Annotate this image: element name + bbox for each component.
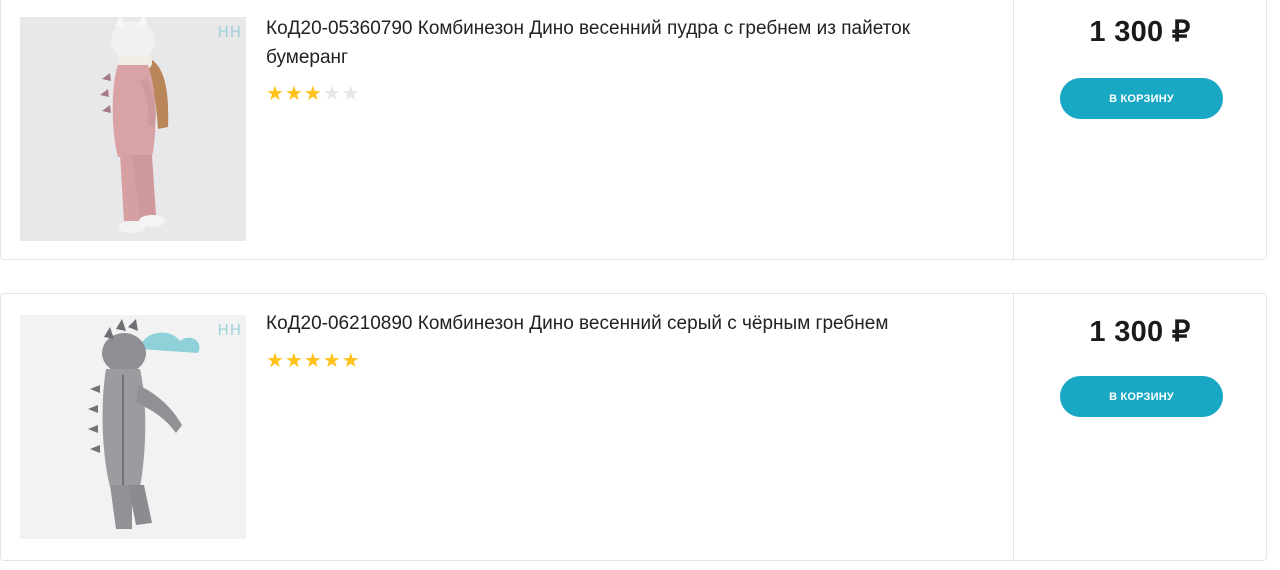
- buy-box: 1 300 ₽ В КОРЗИНУ: [1013, 0, 1266, 259]
- product-title[interactable]: КоД20-05360790 Комбинезон Дино весенний …: [266, 14, 986, 72]
- product-title[interactable]: КоД20-06210890 Комбинезон Дино весенний …: [266, 309, 986, 338]
- star-icon: ★: [341, 81, 360, 105]
- star-icon: ★: [266, 81, 284, 105]
- product-list: НН КоД20-05360790 Комбинезон Дино весенн…: [0, 0, 1280, 570]
- star-icon: ★: [322, 81, 341, 105]
- product-card: НН КоД20-05360790 Комбинезон Дино весенн…: [0, 0, 1267, 260]
- product-image-grey-jumpsuit: [20, 315, 246, 539]
- rating-stars: ★ ★ ★ ★ ★: [266, 350, 986, 370]
- star-icon: ★: [266, 348, 284, 372]
- product-price: 1 300 ₽: [1089, 316, 1191, 348]
- product-image-pink-jumpsuit: [20, 17, 246, 241]
- star-icon: ★: [284, 81, 303, 105]
- product-photo[interactable]: НН: [20, 315, 246, 539]
- star-icon: ★: [322, 348, 341, 372]
- star-icon: ★: [303, 81, 322, 105]
- add-to-cart-button[interactable]: В КОРЗИНУ: [1060, 376, 1223, 417]
- buy-box: 1 300 ₽ В КОРЗИНУ: [1013, 294, 1266, 560]
- product-photo[interactable]: НН: [20, 17, 246, 241]
- rating-stars: ★ ★ ★ ★ ★: [266, 83, 986, 103]
- star-icon: ★: [284, 348, 303, 372]
- brand-logo: НН: [217, 23, 242, 41]
- product-info: КоД20-06210890 Комбинезон Дино весенний …: [266, 309, 986, 370]
- product-card: НН КоД20-06210890 Комбинезон Дино весенн…: [0, 293, 1267, 561]
- product-price: 1 300 ₽: [1089, 16, 1191, 48]
- star-icon: ★: [341, 348, 360, 372]
- product-info: КоД20-05360790 Комбинезон Дино весенний …: [266, 14, 986, 103]
- star-icon: ★: [303, 348, 322, 372]
- add-to-cart-button[interactable]: В КОРЗИНУ: [1060, 78, 1223, 119]
- brand-logo: НН: [217, 321, 242, 339]
